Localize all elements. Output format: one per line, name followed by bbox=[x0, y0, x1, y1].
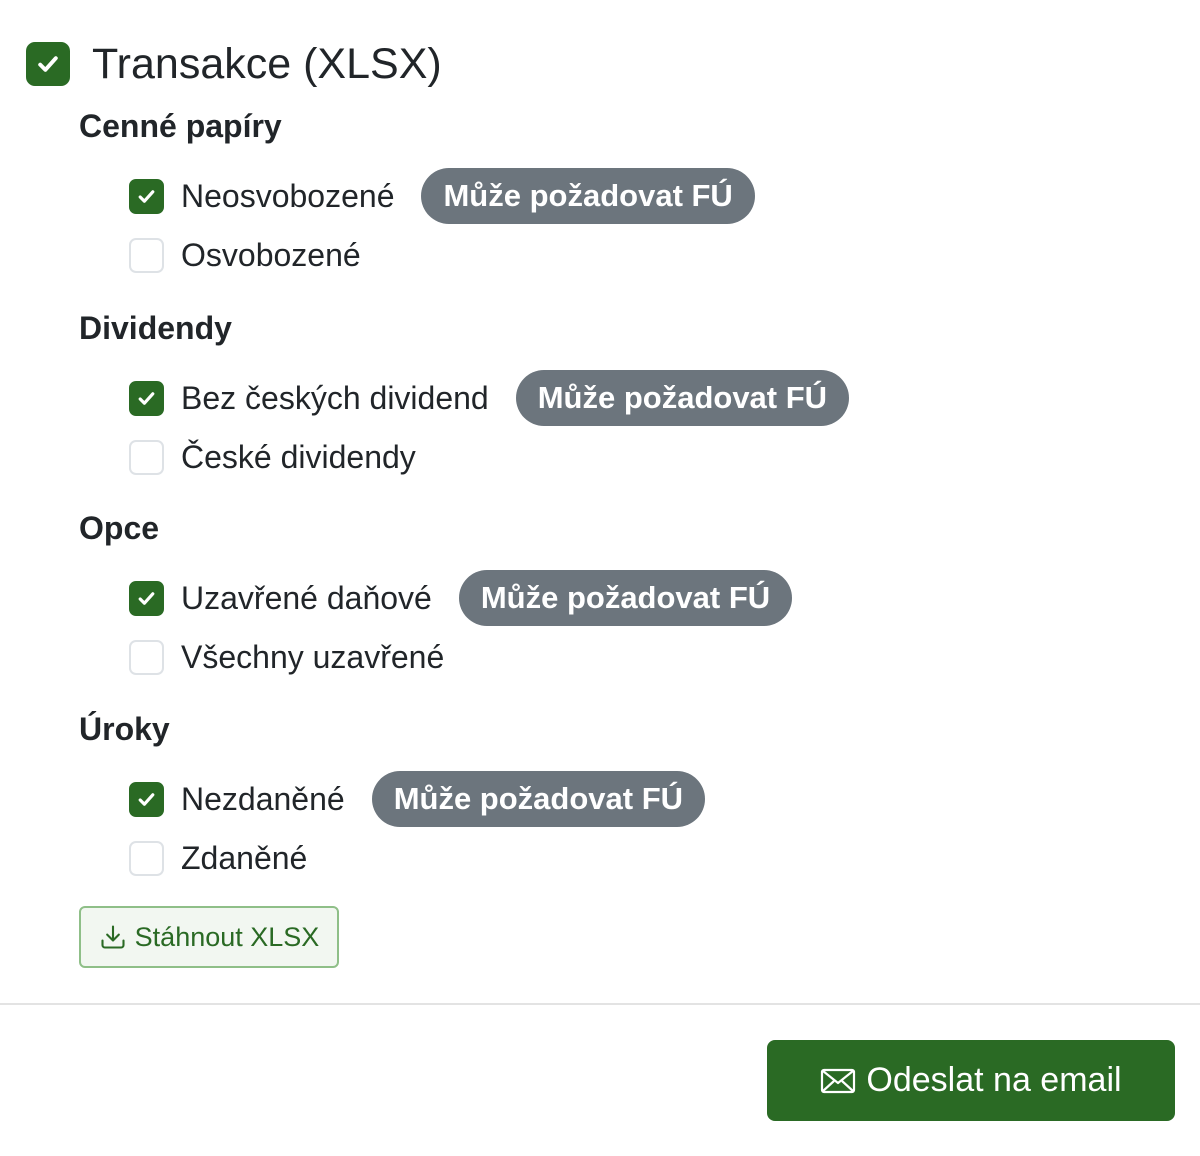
option-label: Zdaněné bbox=[181, 839, 308, 876]
download-xlsx-label: Stáhnout XLSX bbox=[134, 921, 320, 952]
tax-office-badge: Může požadovat FÚ bbox=[515, 370, 850, 426]
checkbox[interactable] bbox=[129, 580, 164, 616]
send-email-button[interactable]: Odeslat na email bbox=[767, 1040, 1175, 1121]
group-title-interest: Úroky bbox=[79, 711, 170, 747]
option-label: Nezdaněné bbox=[181, 780, 345, 817]
send-email-label: Odeslat na email bbox=[866, 1061, 1122, 1099]
checkbox[interactable] bbox=[129, 639, 164, 675]
group-title-dividends: Dividendy bbox=[79, 310, 232, 346]
check-icon bbox=[38, 56, 58, 72]
tax-office-badge: Může požadovat FÚ bbox=[371, 771, 706, 827]
transactions-xlsx-option[interactable]: Transakce (XLSX) bbox=[26, 36, 442, 92]
option-dividends-non-czech[interactable]: Bez českých dividend Může požadovat FÚ bbox=[129, 370, 850, 426]
option-interest-taxed[interactable]: Zdaněné bbox=[129, 830, 307, 886]
group-title-options: Opce bbox=[79, 510, 160, 546]
checkbox[interactable] bbox=[129, 781, 164, 817]
checkbox[interactable] bbox=[129, 178, 164, 214]
envelope-icon bbox=[821, 1068, 856, 1093]
option-label: Bez českých dividend bbox=[181, 379, 489, 416]
option-label: Neosvobozené bbox=[181, 177, 395, 214]
check-icon bbox=[138, 792, 155, 806]
download-icon bbox=[101, 925, 125, 949]
option-securities-unexempt[interactable]: Neosvobozené Může požadovat FÚ bbox=[129, 168, 755, 224]
option-label: Osvobozené bbox=[181, 236, 361, 273]
tax-office-badge: Může požadovat FÚ bbox=[421, 168, 755, 224]
option-interest-untaxed[interactable]: Nezdaněné Může požadovat FÚ bbox=[129, 771, 706, 827]
check-icon bbox=[138, 591, 155, 605]
checkbox[interactable] bbox=[129, 439, 164, 475]
option-label: Uzavřené daňové bbox=[181, 579, 432, 616]
group-title-securities: Cenné papíry bbox=[79, 108, 282, 144]
footer-divider bbox=[0, 1003, 1200, 1005]
option-label: České dividendy bbox=[181, 438, 416, 475]
option-options-all-closed[interactable]: Všechny uzavřené bbox=[129, 629, 444, 685]
download-xlsx-button[interactable]: Stáhnout XLSX bbox=[79, 906, 339, 968]
option-securities-exempt[interactable]: Osvobozené bbox=[129, 227, 361, 283]
tax-office-badge: Může požadovat FÚ bbox=[458, 570, 793, 626]
transactions-xlsx-checkbox[interactable] bbox=[26, 42, 70, 86]
check-icon bbox=[138, 189, 155, 203]
checkbox[interactable] bbox=[129, 840, 164, 876]
checkbox[interactable] bbox=[129, 380, 164, 416]
option-options-tax-closed[interactable]: Uzavřené daňové Může požadovat FÚ bbox=[129, 570, 793, 626]
option-dividends-czech[interactable]: České dividendy bbox=[129, 429, 416, 485]
option-label: Všechny uzavřené bbox=[181, 638, 445, 675]
checkbox[interactable] bbox=[129, 237, 164, 273]
check-icon bbox=[138, 391, 155, 405]
transactions-xlsx-label: Transakce (XLSX) bbox=[92, 39, 442, 88]
